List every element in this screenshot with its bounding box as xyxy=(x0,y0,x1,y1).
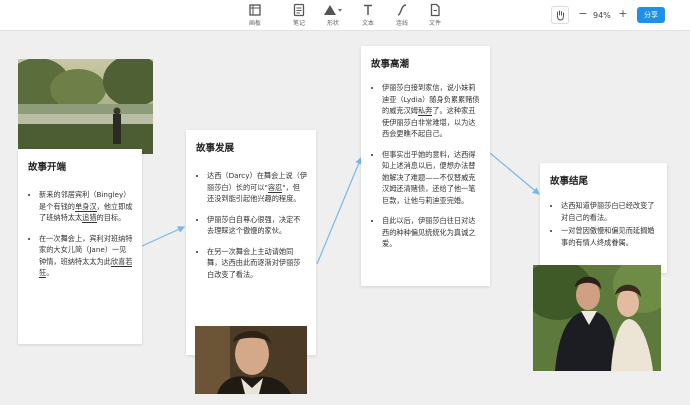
couple-photo-image xyxy=(533,265,661,371)
hand-icon xyxy=(556,10,564,21)
card-ending-item-1: 达西知道伊丽莎白已经改变了对自己的看法。 xyxy=(561,200,658,223)
card-start-title: 故事开端 xyxy=(28,162,67,173)
card-climax-item-1: 伊丽莎白接到家信，说小妹莉迪亚（Lydia）随身负累累赌债的威克汉姆私奔了。这种… xyxy=(382,82,481,140)
top-toolbar: 画板 笔记 形状 文本 连线 文件 − 94% + 分享 xyxy=(0,0,690,31)
zoom-out-button[interactable]: − xyxy=(574,6,592,24)
zoom-level: 94% xyxy=(593,11,611,20)
card-ending-title: 故事结尾 xyxy=(550,176,589,187)
tool-connector[interactable]: 连线 xyxy=(387,3,417,27)
card-development-item-1: 达西（Darcy）在舞会上说（伊丽莎白）长的可以"容忍"，但还没到能引起他兴趣的… xyxy=(207,170,307,205)
tool-frame-label: 画板 xyxy=(248,20,261,27)
couple-photo[interactable] xyxy=(533,265,661,371)
tool-text-label: 文本 xyxy=(361,20,374,27)
tool-note-label: 笔记 xyxy=(292,20,305,27)
card-development-title: 故事发展 xyxy=(196,143,235,154)
landscape-photo[interactable] xyxy=(18,59,153,154)
landscape-photo-image xyxy=(18,59,153,154)
share-button[interactable]: 分享 xyxy=(637,7,665,23)
tool-text[interactable]: 文本 xyxy=(353,3,383,27)
tool-connector-label: 连线 xyxy=(395,20,408,27)
tool-note[interactable]: 笔记 xyxy=(284,3,314,27)
card-start-item-2: 在一次舞会上，宾利对班纳特家的大女儿简（Jane）一见钟情，班纳特太太为此欣喜若… xyxy=(39,233,133,279)
hand-tool-button[interactable] xyxy=(551,6,569,24)
card-climax-title: 故事高潮 xyxy=(371,59,410,70)
card-story-start[interactable]: 故事开端 新来的邻居宾利（Bingley）是个有钱的单身汉，他立即成了班纳特太太… xyxy=(18,149,142,344)
connector-climax-to-ending[interactable] xyxy=(489,152,540,195)
card-climax-item-2: 但事实出乎她的意料，达西得知上述消息以后，便想办法替她解决了难题——不仅替威克汉… xyxy=(382,149,481,207)
tool-shape-label: 形状 xyxy=(326,20,339,27)
card-development-item-2: 伊丽莎白自尊心很强，决定不去理睬这个傲慢的家伙。 xyxy=(207,214,307,237)
frame-icon xyxy=(249,4,261,16)
card-ending-item-2: 一对曾因傲慢和偏见而延搁婚事的有情人终成眷属。 xyxy=(561,225,658,248)
text-icon xyxy=(364,4,372,15)
card-start-item-1: 新来的邻居宾利（Bingley）是个有钱的单身汉，他立即成了班纳特太太追猎的目标… xyxy=(39,189,133,224)
zoom-in-button[interactable]: + xyxy=(614,6,632,24)
tool-file[interactable]: 文件 xyxy=(420,3,450,27)
card-story-ending[interactable]: 故事结尾 达西知道伊丽莎白已经改变了对自己的看法。 一对曾因傲慢和偏见而延搁婚事… xyxy=(540,163,667,273)
tool-frame[interactable]: 画板 xyxy=(240,3,270,27)
tool-shape[interactable]: 形状 xyxy=(318,3,348,27)
tool-file-label: 文件 xyxy=(428,20,441,27)
shape-icon xyxy=(324,5,342,15)
darcy-portrait-photo[interactable] xyxy=(195,326,307,394)
connector-development-to-climax[interactable] xyxy=(316,156,363,265)
connector-icon xyxy=(397,4,407,16)
whiteboard-canvas[interactable]: 故事开端 新来的邻居宾利（Bingley）是个有钱的单身汉，他立即成了班纳特太太… xyxy=(0,31,690,405)
card-climax-item-3: 自此以后，伊丽莎白往日对达西的种种偏见统统化为真诚之爱。 xyxy=(382,215,481,250)
card-development-item-3: 在另一次舞会上主动请她同舞，达西由此而逐渐对伊丽莎白改变了看法。 xyxy=(207,246,307,281)
card-story-development[interactable]: 故事发展 达西（Darcy）在舞会上说（伊丽莎白）长的可以"容忍"，但还没到能引… xyxy=(186,130,316,355)
file-icon xyxy=(430,3,440,17)
card-story-climax[interactable]: 故事高潮 伊丽莎白接到家信，说小妹莉迪亚（Lydia）随身负累累赌债的威克汉姆私… xyxy=(361,46,490,286)
note-icon xyxy=(293,3,305,17)
darcy-portrait-image xyxy=(195,326,307,394)
connector-start-to-development[interactable] xyxy=(141,226,186,247)
